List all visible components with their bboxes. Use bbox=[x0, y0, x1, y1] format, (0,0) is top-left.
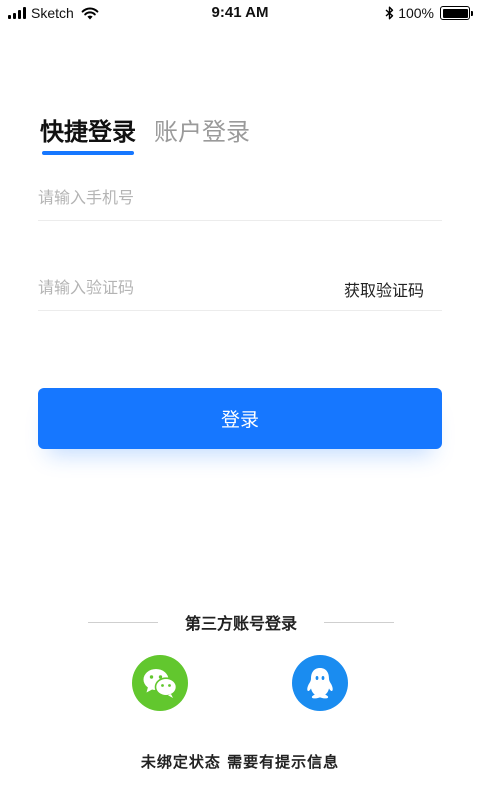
status-bar: Sketch 9:41 AM 100% bbox=[0, 0, 480, 26]
tab-quick-login-label: 快捷登录 bbox=[40, 118, 136, 146]
divider-left bbox=[88, 621, 158, 623]
wechat-login-button[interactable] bbox=[132, 655, 188, 711]
login-button[interactable]: 登录 bbox=[38, 388, 442, 449]
active-tab-indicator bbox=[42, 151, 134, 155]
unbound-hint-text: 未绑定状态 需要有提示信息 bbox=[140, 753, 340, 771]
third-party-title: 第三方账号登录 bbox=[184, 614, 297, 633]
phone-input[interactable] bbox=[38, 188, 442, 207]
status-right: 100% bbox=[385, 5, 473, 21]
phone-field-row bbox=[38, 175, 442, 221]
wechat-icon bbox=[143, 669, 178, 698]
qq-login-button[interactable] bbox=[292, 655, 348, 711]
get-code-button[interactable]: 获取验证码 bbox=[344, 277, 424, 301]
tab-account-login-label: 账户登录 bbox=[154, 118, 250, 146]
login-tabs: 快捷登录 账户登录 bbox=[40, 115, 250, 155]
qq-icon bbox=[307, 668, 333, 699]
tab-account-login[interactable]: 账户登录 bbox=[154, 115, 250, 149]
tab-quick-login[interactable]: 快捷登录 bbox=[40, 115, 136, 155]
bluetooth-icon bbox=[385, 6, 394, 20]
code-field-row: 获取验证码 bbox=[38, 265, 442, 311]
battery-percentage: 100% bbox=[398, 5, 434, 21]
battery-icon bbox=[440, 6, 473, 20]
divider-right bbox=[323, 621, 394, 623]
third-party-header: 第三方账号登录 bbox=[88, 610, 394, 634]
